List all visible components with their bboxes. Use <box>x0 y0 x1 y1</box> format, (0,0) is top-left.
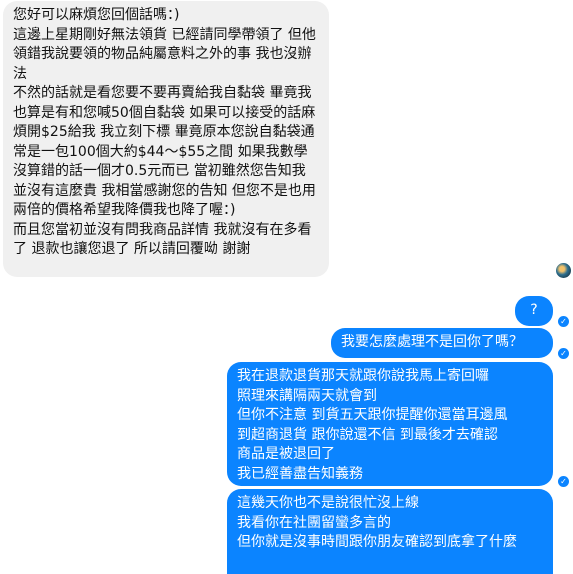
outgoing-message: ? <box>515 296 553 326</box>
user-avatar-icon[interactable] <box>556 263 571 278</box>
outgoing-message: 我要怎麼處理不是回你了嗎？ <box>331 328 553 358</box>
read-receipt-check-icon: ✓ <box>558 316 569 327</box>
outgoing-message: 我在退款退貨那天就跟你說我馬上寄回囉 照理來講隔兩天就會到 但你不注意 到貨五天… <box>227 362 553 486</box>
read-receipt-check-icon: ✓ <box>558 348 569 359</box>
outgoing-message: 這幾天你也不是說很忙沒上線 我看你在社團留蠻多言的 但你就是沒事時間跟你朋友確認… <box>227 489 553 574</box>
incoming-message: 您好可以麻煩您回個話嗎：) 這邊上星期剛好無法領貨 已經請同學帶領了 但他領錯我… <box>3 1 329 277</box>
read-receipt-check-icon: ✓ <box>558 476 569 487</box>
